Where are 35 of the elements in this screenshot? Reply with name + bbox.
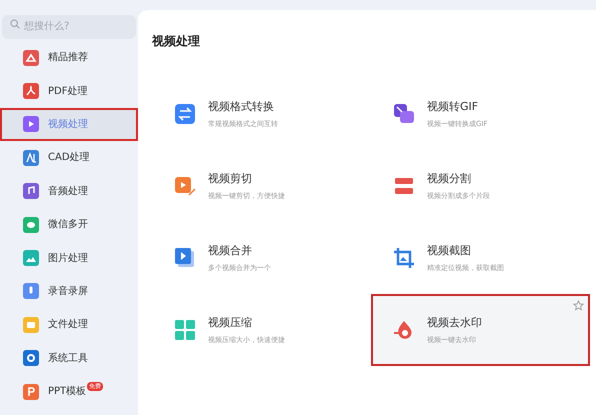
sidebar-label: 精品推荐: [48, 50, 88, 66]
tool-name: 视频分割: [427, 171, 472, 187]
sidebar-item[interactable]: 图片处理: [0, 241, 138, 275]
sidebar-label: PPT模板: [48, 384, 86, 400]
tool-name: 视频压缩: [208, 315, 253, 331]
sidebar-item[interactable]: 系统工具: [0, 342, 138, 375]
search-field[interactable]: 想搜什么?: [2, 14, 136, 38]
merge-icon: [174, 247, 196, 269]
sidebar-label: 微信多开: [48, 218, 88, 232]
section-title: 视频处理: [152, 33, 201, 50]
tool-name: 视频去水印: [427, 315, 482, 331]
sidebar-item[interactable]: CAD处理: [0, 141, 138, 175]
sidebar-label: 系统工具: [48, 352, 88, 366]
tool-name: 视频转GIF: [427, 99, 480, 115]
sidebar-label: 视频处理: [48, 118, 88, 132]
sidebar-label: 音频处理: [48, 184, 88, 199]
sidebar-item[interactable]: 录音录屏: [0, 274, 138, 308]
sidebar-item[interactable]: 音频处理: [0, 174, 138, 208]
tool-name: 视频截图: [427, 243, 472, 259]
sidebar-label: CAD处理: [48, 150, 90, 166]
tool-name: 视频合并: [208, 243, 253, 259]
tool-name: 视频剪切: [208, 171, 253, 187]
sidebar-label: PDF处理: [48, 84, 88, 99]
sidebar-item[interactable]: 文件处理: [0, 308, 138, 342]
crop-icon: [393, 247, 415, 269]
search-icon: [10, 19, 20, 29]
swap-icon: [174, 103, 196, 125]
sidebar-label: 录音录屏: [48, 284, 88, 299]
star-icon[interactable]: [573, 300, 584, 311]
sidebar-item[interactable]: 精品推荐: [0, 41, 138, 74]
sidebar-item[interactable]: PDF处理: [0, 74, 138, 108]
sidebar-item[interactable]: 微信多开: [0, 208, 138, 242]
tool-name: 视频格式转换: [208, 99, 275, 115]
sidebar-label: 图片处理: [48, 252, 88, 266]
sidebar-label: 文件处理: [48, 318, 88, 332]
